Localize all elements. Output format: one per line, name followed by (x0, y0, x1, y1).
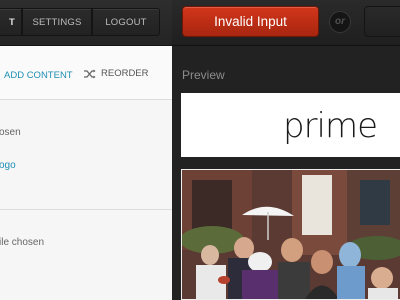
file-status-text-2: ile chosen (0, 237, 45, 248)
secondary-action-button[interactable] (364, 6, 400, 37)
shuffle-icon (84, 69, 96, 79)
crowd-photo-illustration (182, 170, 400, 299)
action-bar: Invalid Input or (172, 0, 400, 46)
brand-logo: prime (283, 107, 378, 146)
nav-item-partial[interactable]: T (0, 8, 22, 36)
settings-nav-button[interactable]: SETTINGS (22, 8, 92, 36)
logo-banner: prime (181, 93, 400, 157)
preview-panel: Preview prime (172, 46, 400, 300)
file-status-text: osen (0, 127, 21, 138)
reorder-label: REORDER (101, 68, 149, 79)
row-divider (0, 209, 172, 210)
invalid-input-button[interactable]: Invalid Input (182, 6, 319, 37)
top-navigation: T SETTINGS LOGOUT (0, 0, 172, 46)
editor-panel: T SETTINGS LOGOUT ADD CONTENT REORDER os… (0, 0, 172, 300)
add-content-link[interactable]: ADD CONTENT (4, 70, 73, 81)
or-separator: or (329, 11, 351, 33)
logout-nav-button[interactable]: LOGOUT (92, 8, 160, 36)
preview-photo (181, 169, 400, 300)
logo-text: prime (283, 107, 377, 146)
content-toolbar: ADD CONTENT REORDER (0, 46, 172, 100)
reorder-button[interactable]: REORDER (84, 68, 149, 79)
preview-heading: Preview (182, 68, 225, 82)
logo-link[interactable]: ogo (0, 160, 16, 171)
